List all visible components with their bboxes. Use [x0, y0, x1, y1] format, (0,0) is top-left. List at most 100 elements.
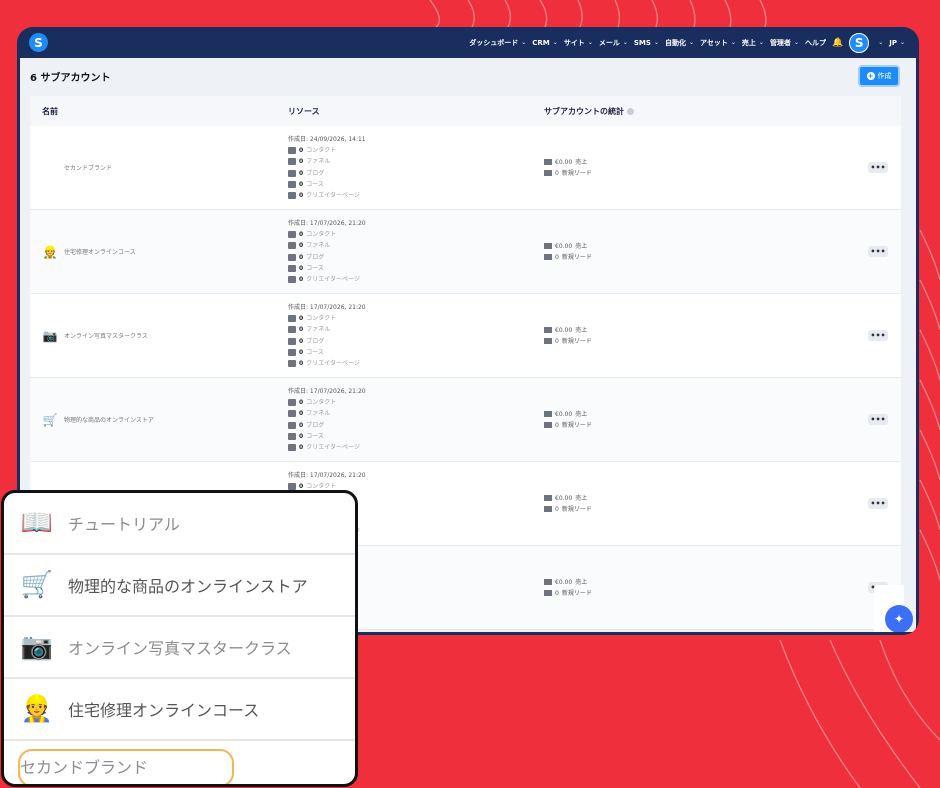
book-icon: 📖 [20, 508, 54, 538]
sales-line: €0.00 売上 [544, 493, 901, 504]
table-row[interactable]: 🛒 物理的な商品のオンラインストア 作成日: 17/07/2026, 21:20… [30, 378, 901, 462]
nav-sms[interactable]: SMS ⌄ [634, 39, 659, 47]
zoom-item-label: 住宅修理オンラインコース [68, 701, 260, 720]
resources-cell: 作成日: 24/09/2026, 14:11 0 コンタクト 0 ファネル 0 … [288, 134, 544, 202]
chevron-down-icon: ⌄ [688, 39, 694, 46]
resources-cell: 作成日: 17/07/2026, 21:20 0 コンタクト 0 ファネル 0 … [288, 302, 544, 370]
created-date: 作成日: 24/09/2026, 14:11 [288, 135, 366, 143]
resource-line: 0 コンタクト [288, 397, 544, 408]
chevron-down-icon: ⌄ [899, 39, 905, 46]
funnel-icon [544, 170, 552, 176]
funnel-icon [544, 506, 552, 512]
zoom-list-item[interactable]: 📖 チュートリアル [4, 493, 355, 555]
resource-icon [288, 242, 296, 250]
resource-line: 0 ファネル [288, 240, 544, 251]
nav-admin[interactable]: 管理者 ⌄ [770, 38, 799, 48]
logo[interactable]: S [29, 33, 48, 52]
table-row[interactable]: セカンドブランド 作成日: 24/09/2026, 14:11 0 コンタクト … [30, 126, 901, 210]
page-title: 6 サブアカウント [30, 72, 111, 84]
resource-icon [288, 169, 296, 177]
nav-assets[interactable]: アセット ⌄ [700, 38, 736, 48]
avatar-chevron[interactable]: ⌄ [875, 39, 883, 46]
resource-line: 0 コンタクト [288, 145, 544, 156]
sales-line: €0.00 売上 [544, 325, 901, 336]
info-icon[interactable] [627, 107, 634, 115]
account-name-cell[interactable]: 📷 オンライン写真マスタークラス [30, 328, 288, 344]
account-name-cell[interactable]: 🛒 物理的な商品のオンラインストア [30, 412, 288, 428]
created-date: 作成日: 17/07/2026, 21:20 [288, 471, 366, 479]
stats-cell: €0.00 売上 0 新規リード [544, 241, 901, 263]
resource-icon [288, 483, 296, 491]
resource-line: 0 ファネル [288, 324, 544, 335]
zoom-item-label: チュートリアル [68, 515, 180, 534]
ai-assistant-button[interactable]: ✦ [885, 605, 913, 632]
resource-icon [288, 192, 296, 200]
avatar[interactable]: S [849, 32, 870, 53]
stats-cell: €0.00 売上 0 新規リード [544, 157, 901, 179]
resource-icon [288, 360, 296, 368]
resource-line: 0 コース [288, 347, 544, 358]
account-name-cell[interactable]: 👷 住宅修理オンラインコース [30, 244, 288, 260]
created-date: 作成日: 17/07/2026, 21:20 [288, 387, 366, 395]
account-name: オンライン写真マスタークラス [64, 333, 148, 340]
repair-person-icon: 👷 [20, 694, 54, 724]
money-icon [544, 579, 552, 585]
leads-line: 0 新規リード [544, 420, 901, 431]
sales-line: €0.00 売上 [544, 157, 901, 168]
account-name: 物理的な商品のオンラインストア [64, 417, 154, 424]
create-button[interactable]: + 作成 [858, 65, 900, 87]
camera-icon: 📷 [20, 632, 54, 662]
nav-email[interactable]: メール ⌄ [599, 38, 628, 48]
created-date: 作成日: 17/07/2026, 21:20 [288, 303, 366, 311]
chevron-down-icon: ⌄ [730, 39, 736, 46]
nav-help[interactable]: ヘルプ [805, 38, 826, 48]
money-icon [544, 159, 552, 165]
leads-line: 0 新規リード [544, 252, 901, 263]
header-stats: サブアカウントの統計 [544, 106, 901, 117]
cart-icon: 🛒 [20, 570, 54, 600]
page-header: 6 サブアカウント + 作成 [20, 58, 916, 94]
top-navigation: S ダッシュボード ⌄ CRM ⌄ サイト ⌄ メール ⌄ SMS ⌄ 自動化 ⌄ アセット… [17, 27, 919, 58]
resource-line: 0 ブログ [288, 336, 544, 347]
bell-icon[interactable]: 🔔 [832, 38, 843, 48]
resource-line: 0 コース [288, 263, 544, 274]
resource-line: 0 コース [288, 431, 544, 442]
resource-icon [288, 410, 296, 418]
money-icon [544, 327, 552, 333]
nav-crm[interactable]: CRM ⌄ [532, 39, 558, 47]
nav-sites[interactable]: サイト ⌄ [564, 38, 593, 48]
leads-line: 0 新規リード [544, 336, 901, 347]
sales-line: €0.00 売上 [544, 409, 901, 420]
main-nav: ダッシュボード ⌄ CRM ⌄ サイト ⌄ メール ⌄ SMS ⌄ 自動化 ⌄ アセット ⌄ … [469, 27, 905, 58]
table-row[interactable]: 👷 住宅修理オンラインコース 作成日: 17/07/2026, 21:20 0 … [30, 210, 901, 294]
zoom-list-item[interactable]: 👷 住宅修理オンラインコース [4, 679, 355, 741]
resource-line: 0 コンタクト [288, 229, 544, 240]
chevron-down-icon: ⌄ [587, 39, 593, 46]
plus-icon: + [866, 72, 875, 80]
chevron-down-icon: ⌄ [793, 39, 799, 46]
resource-line: 0 ファネル [288, 408, 544, 419]
funnel-icon [544, 590, 552, 596]
header-name: 名前 [42, 106, 58, 116]
nav-dashboard[interactable]: ダッシュボード ⌄ [469, 38, 526, 48]
more-options-button[interactable]: ••• [868, 330, 888, 341]
resource-icon [288, 337, 296, 345]
nav-sales[interactable]: 売上 ⌄ [742, 38, 764, 48]
zoom-list-item[interactable]: セカンドブランド [4, 741, 355, 784]
zoom-list-item[interactable]: 🛒 物理的な商品のオンラインストア [4, 555, 355, 617]
zoom-list-item[interactable]: 📷 オンライン写真マスタークラス [4, 617, 355, 679]
nav-automation[interactable]: 自動化 ⌄ [665, 38, 694, 48]
money-icon [544, 411, 552, 417]
language-selector[interactable]: JP ⌄ [889, 39, 905, 47]
more-options-button[interactable]: ••• [868, 246, 888, 257]
more-options-button[interactable]: ••• [868, 414, 888, 425]
more-options-button[interactable]: ••• [868, 498, 888, 509]
more-options-button[interactable]: ••• [868, 162, 888, 173]
funnel-icon [544, 254, 552, 260]
empty-icon [42, 160, 58, 176]
table-row[interactable]: 📷 オンライン写真マスタークラス 作成日: 17/07/2026, 21:20 … [30, 294, 901, 378]
resource-line: 0 コース [288, 179, 544, 190]
account-name-cell[interactable]: セカンドブランド [30, 160, 288, 176]
chevron-down-icon: ⌄ [653, 39, 659, 46]
resource-icon [288, 348, 296, 356]
